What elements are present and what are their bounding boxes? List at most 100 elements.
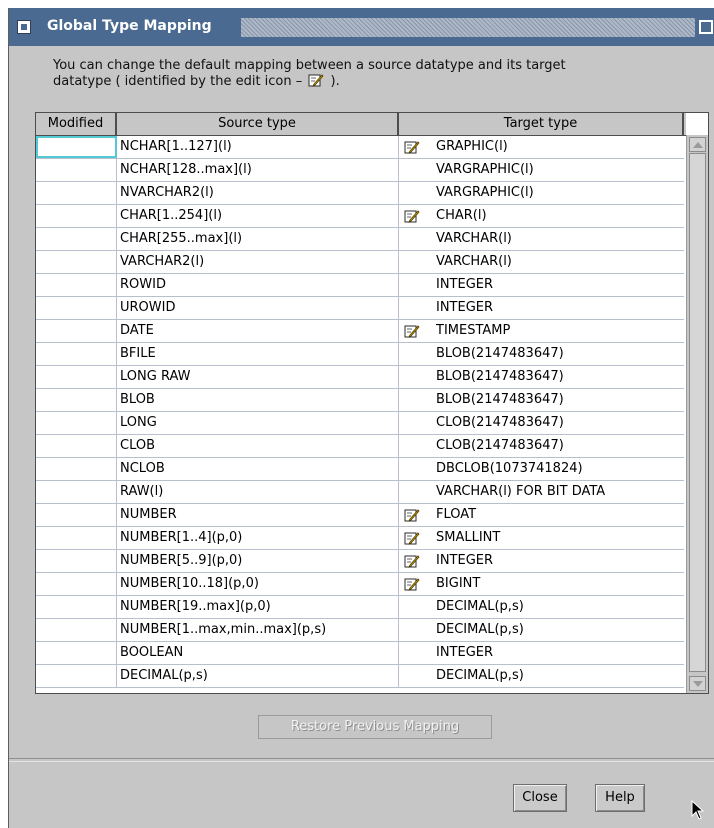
table-row[interactable]: NCLOB DBCLOB(1073741824)	[36, 458, 684, 481]
target-type-cell[interactable]: DECIMAL(p,s)	[436, 596, 684, 618]
table-row[interactable]: DECIMAL(p,s) DECIMAL(p,s)	[36, 665, 684, 688]
modified-cell[interactable]	[36, 228, 117, 250]
modified-cell[interactable]	[36, 596, 117, 618]
table-row[interactable]: BFILE BLOB(2147483647)	[36, 343, 684, 366]
source-type-cell[interactable]: BLOB	[117, 389, 399, 411]
source-type-cell[interactable]: ROWID	[117, 274, 399, 296]
table-row[interactable]: NUMBER[10..18](p,0) BIGINT	[36, 573, 684, 596]
source-type-cell[interactable]: LONG	[117, 412, 399, 434]
source-type-cell[interactable]: NUMBER[19..max](p,0)	[117, 596, 399, 618]
source-type-cell[interactable]: DECIMAL(p,s)	[117, 665, 399, 687]
source-type-cell[interactable]: BFILE	[117, 343, 399, 365]
modified-cell[interactable]	[36, 550, 117, 572]
modified-cell[interactable]	[36, 297, 117, 319]
table-row[interactable]: NUMBER[5..9](p,0) INTEGER	[36, 550, 684, 573]
column-header-modified[interactable]: Modified	[36, 113, 117, 135]
source-type-cell[interactable]: NUMBER[10..18](p,0)	[117, 573, 399, 595]
table-row[interactable]: DATE TIMESTAMP	[36, 320, 684, 343]
source-type-cell[interactable]: UROWID	[117, 297, 399, 319]
target-type-cell[interactable]: INTEGER	[436, 642, 684, 664]
modified-cell[interactable]	[36, 251, 117, 273]
source-type-cell[interactable]: VARCHAR2(l)	[117, 251, 399, 273]
system-menu-icon[interactable]	[17, 20, 31, 34]
modified-cell[interactable]	[36, 619, 117, 641]
target-type-cell[interactable]: BLOB(2147483647)	[436, 366, 684, 388]
source-type-cell[interactable]: NUMBER	[117, 504, 399, 526]
modified-cell[interactable]	[36, 412, 117, 434]
modified-cell[interactable]	[36, 159, 117, 181]
target-type-cell[interactable]: TIMESTAMP	[436, 320, 684, 342]
table-row[interactable]: LONG RAW BLOB(2147483647)	[36, 366, 684, 389]
source-type-cell[interactable]: CHAR[1..254](l)	[117, 205, 399, 227]
target-type-cell[interactable]: BIGINT	[436, 573, 684, 595]
modified-cell[interactable]	[36, 573, 117, 595]
target-type-cell[interactable]: FLOAT	[436, 504, 684, 526]
source-type-cell[interactable]: LONG RAW	[117, 366, 399, 388]
modified-cell[interactable]	[36, 504, 117, 526]
source-type-cell[interactable]: CLOB	[117, 435, 399, 457]
modified-cell[interactable]	[36, 182, 117, 204]
scroll-down-arrow-icon[interactable]	[689, 676, 706, 691]
table-row[interactable]: NUMBER FLOAT	[36, 504, 684, 527]
source-type-cell[interactable]: NUMBER[1..4](p,0)	[117, 527, 399, 549]
target-type-cell[interactable]: DECIMAL(p,s)	[436, 665, 684, 687]
target-type-cell[interactable]: VARCHAR(l) FOR BIT DATA	[436, 481, 684, 503]
modified-cell[interactable]	[36, 205, 117, 227]
table-row[interactable]: NUMBER[1..4](p,0) SMALLINT	[36, 527, 684, 550]
source-type-cell[interactable]: NCLOB	[117, 458, 399, 480]
target-type-cell[interactable]: CLOB(2147483647)	[436, 412, 684, 434]
title-bar[interactable]: Global Type Mapping	[9, 8, 714, 46]
scrollbar-thumb[interactable]	[689, 153, 706, 672]
modified-cell[interactable]	[36, 389, 117, 411]
target-type-cell[interactable]: BLOB(2147483647)	[436, 389, 684, 411]
modified-cell[interactable]	[36, 642, 117, 664]
scroll-up-arrow-icon[interactable]	[689, 137, 706, 152]
source-type-cell[interactable]: NCHAR[1..127](l)	[117, 136, 399, 158]
modified-cell[interactable]	[36, 366, 117, 388]
table-row[interactable]: NVARCHAR2(l) VARGRAPHIC(l)	[36, 182, 684, 205]
vertical-scrollbar[interactable]	[686, 135, 708, 693]
modified-cell[interactable]	[36, 136, 117, 158]
table-row[interactable]: CLOB CLOB(2147483647)	[36, 435, 684, 458]
table-row[interactable]: VARCHAR2(l) VARCHAR(l)	[36, 251, 684, 274]
target-type-cell[interactable]: INTEGER	[436, 550, 684, 572]
maximize-icon[interactable]	[699, 20, 713, 34]
source-type-cell[interactable]: NUMBER[5..9](p,0)	[117, 550, 399, 572]
target-type-cell[interactable]: VARGRAPHIC(l)	[436, 182, 684, 204]
table-row[interactable]: UROWID INTEGER	[36, 297, 684, 320]
restore-previous-mapping-button[interactable]: Restore Previous Mapping	[258, 715, 492, 739]
modified-cell[interactable]	[36, 343, 117, 365]
table-row[interactable]: CHAR[255..max](l) VARCHAR(l)	[36, 228, 684, 251]
target-type-cell[interactable]: SMALLINT	[436, 527, 684, 549]
modified-cell[interactable]	[36, 435, 117, 457]
modified-cell[interactable]	[36, 665, 117, 687]
source-type-cell[interactable]: BOOLEAN	[117, 642, 399, 664]
target-type-cell[interactable]: DBCLOB(1073741824)	[436, 458, 684, 480]
table-row[interactable]: NUMBER[19..max](p,0) DECIMAL(p,s)	[36, 596, 684, 619]
modified-cell[interactable]	[36, 481, 117, 503]
close-button[interactable]: Close	[513, 784, 567, 812]
table-row[interactable]: ROWID INTEGER	[36, 274, 684, 297]
target-type-cell[interactable]: CLOB(2147483647)	[436, 435, 684, 457]
source-type-cell[interactable]: NCHAR[128..max](l)	[117, 159, 399, 181]
table-row[interactable]: BOOLEAN INTEGER	[36, 642, 684, 665]
target-type-cell[interactable]: INTEGER	[436, 274, 684, 296]
table-row[interactable]: NUMBER[1..max,min..max](p,s) DECIMAL(p,s)	[36, 619, 684, 642]
target-type-cell[interactable]: VARCHAR(l)	[436, 228, 684, 250]
target-type-cell[interactable]: VARGRAPHIC(l)	[436, 159, 684, 181]
table-row[interactable]: CHAR[1..254](l) CHAR(l)	[36, 205, 684, 228]
table-row[interactable]: NCHAR[128..max](l) VARGRAPHIC(l)	[36, 159, 684, 182]
source-type-cell[interactable]: DATE	[117, 320, 399, 342]
target-type-cell[interactable]: CHAR(l)	[436, 205, 684, 227]
modified-cell[interactable]	[36, 458, 117, 480]
source-type-cell[interactable]: NVARCHAR2(l)	[117, 182, 399, 204]
column-header-source-type[interactable]: Source type	[117, 113, 399, 135]
target-type-cell[interactable]: GRAPHIC(l)	[436, 136, 684, 158]
target-type-cell[interactable]: DECIMAL(p,s)	[436, 619, 684, 641]
modified-cell[interactable]	[36, 274, 117, 296]
table-row[interactable]: RAW(l) VARCHAR(l) FOR BIT DATA	[36, 481, 684, 504]
source-type-cell[interactable]: RAW(l)	[117, 481, 399, 503]
table-row[interactable]: NCHAR[1..127](l) GRAPHIC(l)	[36, 136, 684, 159]
column-header-target-type[interactable]: Target type	[399, 113, 684, 135]
target-type-cell[interactable]: INTEGER	[436, 297, 684, 319]
